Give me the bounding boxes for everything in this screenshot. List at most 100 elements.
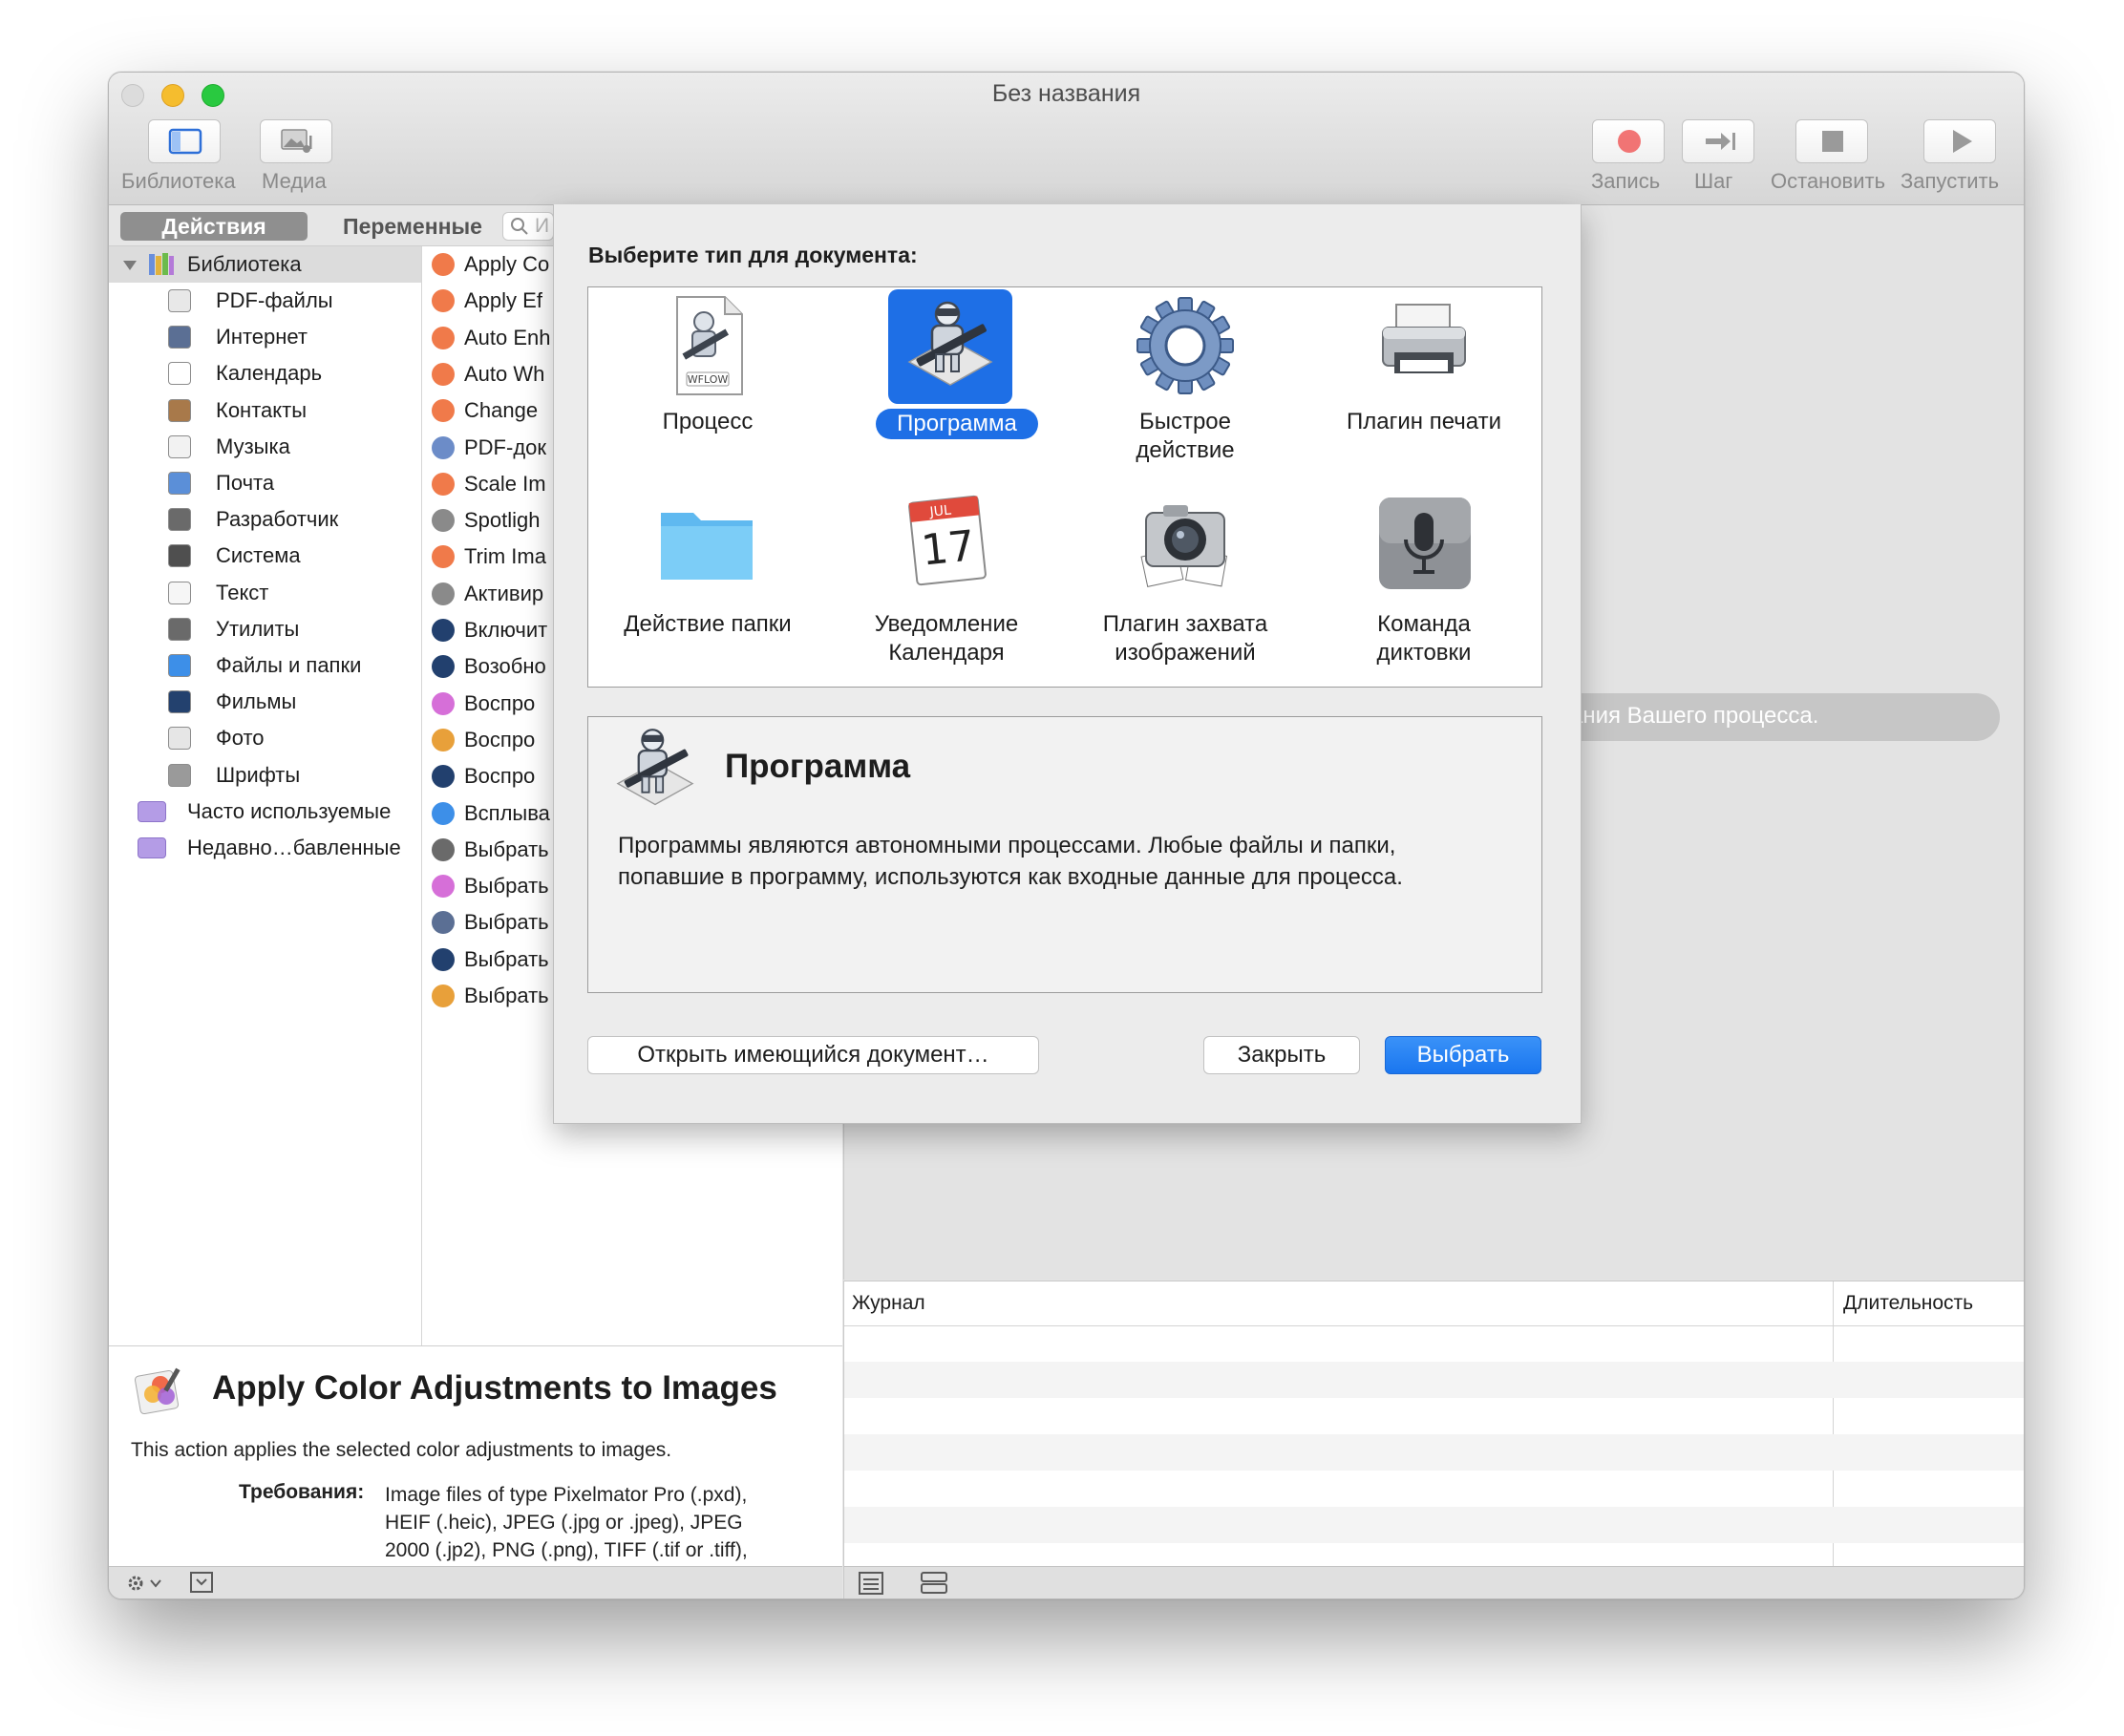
smart-group-item[interactable]: Недавно…бавленные [109,830,421,866]
toolbar: Без названия Библиотека Медиа Запись Шаг… [109,73,2024,205]
action-icon [432,765,455,789]
library-item[interactable]: Файлы и папки [109,647,421,684]
library-item-label: Разработчик [216,507,339,532]
tab-actions[interactable]: Действия [120,212,308,241]
action-icon [432,509,455,533]
play-icon [1953,130,1972,153]
search-placeholder: И [535,215,550,237]
type-quick-action-label: Быстрое действие [1066,408,1305,465]
list-view-icon[interactable] [858,1571,884,1596]
photos-icon [168,727,191,751]
library-item[interactable]: Система [109,538,421,574]
fonts-icon [168,763,191,787]
type-info-box: Программа Программы являются автономными… [587,716,1542,993]
calendar-icon: JUL 17 [908,495,987,586]
type-label-line: Быстрое [1138,409,1232,434]
type-dictation-command[interactable]: Команда диктовки [1305,488,1543,679]
type-calendar-alarm[interactable]: JUL 17 Уведомление Календаря [827,488,1066,679]
action-icon [432,289,455,313]
type-image-capture-plugin[interactable]: Плагин захвата изображений [1066,488,1305,679]
disclosure-triangle-icon [123,261,137,270]
type-image-capture-label: Плагин захвата изображений [1066,610,1305,667]
selected-label-pill: Программа [876,409,1038,439]
type-label-line: Календаря [888,640,1005,666]
library-item[interactable]: Текст [109,575,421,611]
automator-robot-icon [907,301,993,386]
library-toggle-button[interactable] [148,119,221,163]
requirements-line: 2000 (.jp2), PNG (.png), TIFF (.tif or .… [385,1539,748,1561]
open-existing-button[interactable]: Открыть имеющийся документ… [587,1036,1039,1074]
library-item[interactable]: Фильмы [109,684,421,720]
run-button[interactable] [1923,119,1996,163]
library-item[interactable]: Разработчик [109,501,421,538]
action-item-label: PDF-док [464,434,547,459]
type-workflow[interactable]: WFLOW Процесс [588,287,827,478]
library-item-label: Файлы и папки [216,653,362,677]
library-item[interactable]: Календарь [109,355,421,392]
library-item-label: Контакты [216,397,308,422]
action-item-label: Воспро [464,727,536,752]
log-row [844,1507,2024,1543]
printer-icon [1382,304,1466,373]
pdf-icon [168,289,191,312]
gear-icon[interactable] [124,1571,166,1596]
action-item-label: Воспро [464,690,536,715]
requirements-text: Image files of type Pixelmator Pro (.pxd… [385,1481,748,1564]
action-item-label: Воспро [464,764,536,789]
smart-group-label: Часто используемые [187,798,392,823]
info-text: Программы являются автономными процессам… [618,833,1403,890]
type-application[interactable]: Программа [827,287,1066,478]
library-item[interactable]: Фото [109,720,421,756]
document-type-grid: WFLOW Процесс Программа Быстрое действие… [587,286,1542,688]
type-label-line: Уведомление [874,611,1019,637]
type-quick-action[interactable]: Быстрое действие [1066,287,1305,478]
library-item[interactable]: Утилиты [109,611,421,647]
step-button[interactable] [1682,119,1754,163]
utilities-icon [168,617,191,641]
smart-group-item[interactable]: Часто используемые [109,794,421,830]
library-item[interactable]: Контакты [109,392,421,429]
action-item-label: Change [464,398,539,423]
library-item[interactable]: Почта [109,465,421,501]
library-books-icon [149,253,174,275]
library-item[interactable]: Интернет [109,319,421,355]
choose-button[interactable]: Выбрать [1385,1036,1541,1074]
action-item-label: Auto Wh [464,361,545,386]
log-row [844,1434,2024,1471]
library-item-label: Музыка [216,434,290,458]
step-label: Шаг [1694,169,1733,193]
close-button[interactable]: Закрыть [1203,1036,1360,1074]
media-label: Медиа [262,169,327,193]
action-item-label: Всплыва [464,800,550,825]
duration-column-header[interactable]: Длительность [1843,1292,1973,1315]
library-item[interactable]: Музыка [109,429,421,465]
action-icon [432,837,455,861]
stop-label: Остановить [1771,169,1886,193]
log-column-header[interactable]: Журнал [852,1292,925,1315]
type-print-plugin[interactable]: Плагин печати [1305,287,1543,478]
type-folder-action-label: Действие папки [624,611,792,637]
record-button[interactable] [1592,119,1665,163]
action-item-label: Выбрать [464,1014,549,1020]
media-button[interactable] [260,119,332,163]
search-input[interactable]: И [502,212,554,241]
action-item-label: Выбрать [464,874,549,899]
library-root-row[interactable]: Библиотека [109,246,421,283]
contacts-icon [168,398,191,422]
action-item-label: Apply Ef [464,288,542,313]
sidebar-icon [168,128,202,155]
library-item[interactable]: PDF-файлы [109,283,421,319]
library-label: Библиотека [121,169,236,193]
split-view-icon[interactable] [920,1571,948,1596]
movies-icon [168,690,191,714]
requirements-label: Требования: [239,1481,365,1503]
requirements-line: HEIF (.heic), JPEG (.jpg or .jpeg), JPEG [385,1512,743,1534]
stop-button[interactable] [1795,119,1868,163]
type-folder-action[interactable]: Действие папки [588,488,827,679]
tab-variables[interactable]: Переменные [314,212,511,241]
library-item-label: Шрифты [216,762,301,787]
library-item[interactable]: Шрифты [109,757,421,794]
description-toggle-icon[interactable] [189,1571,214,1596]
library-item-label: Система [216,543,301,568]
action-icon [432,984,455,1007]
